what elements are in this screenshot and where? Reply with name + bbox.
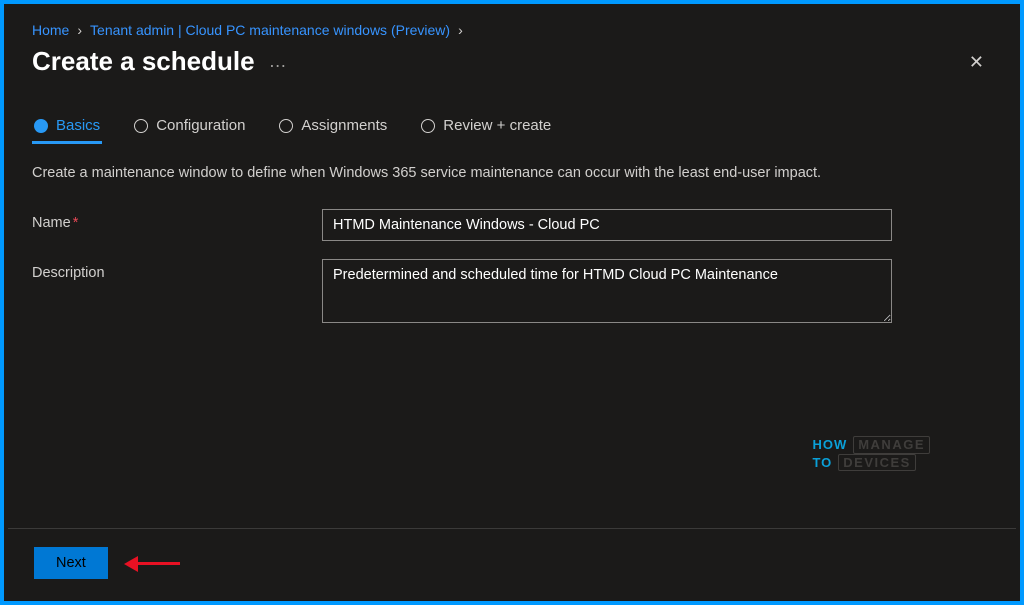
required-asterisk-icon: * (73, 215, 79, 231)
more-actions-button[interactable]: … (269, 51, 289, 72)
tab-label: Assignments (301, 117, 387, 134)
name-input[interactable] (322, 209, 892, 241)
radio-filled-icon (34, 119, 48, 133)
description-textarea[interactable]: Predetermined and scheduled time for HTM… (322, 259, 892, 323)
tab-assignments[interactable]: Assignments (277, 113, 389, 144)
annotation-arrow-icon (130, 556, 180, 570)
tab-review-create[interactable]: Review + create (419, 113, 553, 144)
tab-basics[interactable]: Basics (32, 113, 102, 144)
close-icon[interactable]: ✕ (961, 49, 992, 75)
radio-empty-icon (134, 119, 148, 133)
chevron-right-icon: › (458, 22, 463, 38)
radio-empty-icon (279, 119, 293, 133)
breadcrumb-tenant-admin[interactable]: Tenant admin | Cloud PC maintenance wind… (90, 22, 450, 38)
tab-configuration[interactable]: Configuration (132, 113, 247, 144)
watermark-logo: HOW MANAGE TO DEVICES (812, 436, 930, 471)
breadcrumb: Home › Tenant admin | Cloud PC maintenan… (32, 22, 992, 38)
wizard-footer: Next (8, 528, 1016, 597)
description-label: Description (32, 259, 322, 281)
wizard-tabs: Basics Configuration Assignments Review … (32, 113, 992, 145)
radio-empty-icon (421, 119, 435, 133)
name-label: Name* (32, 209, 322, 231)
tab-label: Basics (56, 117, 100, 134)
breadcrumb-home[interactable]: Home (32, 22, 69, 38)
intro-text: Create a maintenance window to define wh… (32, 163, 872, 185)
next-button[interactable]: Next (34, 547, 108, 579)
chevron-right-icon: › (77, 22, 82, 38)
tab-label: Review + create (443, 117, 551, 134)
page-title: Create a schedule (32, 46, 255, 77)
tab-label: Configuration (156, 117, 245, 134)
